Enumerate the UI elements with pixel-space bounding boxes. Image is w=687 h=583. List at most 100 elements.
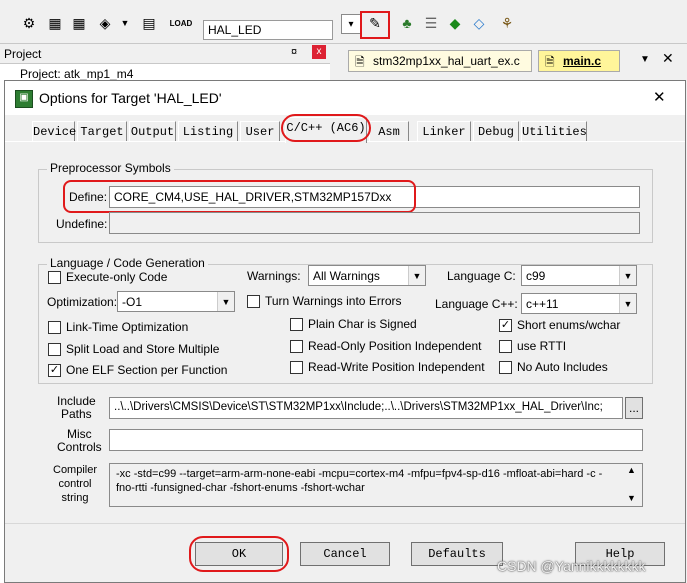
chevron-down-icon[interactable]: ▼: [640, 54, 650, 65]
short-enums-checkbox[interactable]: ✓: [499, 319, 512, 332]
close-icon[interactable]: ✕: [653, 88, 666, 106]
tab-device[interactable]: Device: [32, 121, 76, 141]
tab-asm[interactable]: Asm: [369, 121, 409, 141]
chevron-down-icon[interactable]: ▼: [116, 14, 134, 32]
tab-linker[interactable]: Linker: [417, 121, 471, 141]
highlight-define: [63, 180, 416, 213]
editor-tab-uart[interactable]: 🗎 stm32mp1xx_hal_uart_ex.c: [348, 50, 532, 72]
language-cpp-value: c++11: [526, 297, 559, 311]
short-enums-label: Short enums/wchar: [517, 318, 621, 332]
misc-controls-label: Misc Controls: [57, 427, 102, 454]
browse-button[interactable]: ...: [625, 397, 643, 419]
file-icon: 🗎: [355, 55, 365, 69]
options-for-target-icon[interactable]: ⚙: [20, 14, 38, 32]
execute-only-checkbox[interactable]: [48, 271, 61, 284]
language-c-select[interactable]: c99 ▼: [521, 265, 637, 286]
highlight-wand: [360, 11, 390, 39]
no-auto-includes-checkbox[interactable]: [499, 361, 512, 374]
tab-output[interactable]: Output: [129, 121, 176, 141]
one-elf-label: One ELF Section per Function: [66, 363, 228, 377]
warnings-label: Warnings:: [247, 269, 301, 283]
execute-only-label: Execute-only Code: [66, 270, 168, 284]
preprocessor-group-label: Preprocessor Symbols: [47, 161, 174, 175]
include-paths-label: Include Paths: [57, 394, 96, 421]
ro-pi-checkbox[interactable]: [290, 340, 303, 353]
lto-checkbox[interactable]: [48, 321, 61, 334]
misc-controls-input[interactable]: [109, 429, 643, 451]
target-select[interactable]: HAL_LED: [203, 20, 333, 40]
split-load-checkbox[interactable]: [48, 343, 61, 356]
project-tree-root[interactable]: Project: atk_mp1_m4: [20, 67, 133, 81]
editor-tab-label: stm32mp1xx_hal_uart_ex.c: [373, 54, 520, 68]
ro-pi-label: Read-Only Position Independent: [308, 339, 482, 353]
warnings-select[interactable]: All Warnings ▼: [308, 265, 426, 286]
turn-warnings-checkbox[interactable]: [247, 295, 260, 308]
one-elf-checkbox[interactable]: ✓: [48, 364, 61, 377]
chevron-down-icon: ▼: [619, 294, 636, 313]
lto-label: Link-Time Optimization: [66, 320, 189, 334]
select-packs-icon[interactable]: ◇: [470, 14, 488, 32]
project-pane-title: Project: [4, 47, 42, 61]
optimization-select[interactable]: -O1 ▼: [117, 291, 235, 312]
watermark-text: CSDN @Yannikkkkkkkk: [497, 558, 646, 574]
undefine-input[interactable]: [109, 212, 640, 234]
dialog-titlebar: ▣ Options for Target 'HAL_LED' ✕: [5, 81, 685, 115]
warnings-value: All Warnings: [313, 269, 380, 283]
split-load-label: Split Load and Store Multiple: [66, 342, 220, 356]
pack-installer-icon[interactable]: ◆: [446, 14, 464, 32]
file-extensions-icon[interactable]: ☰: [422, 14, 440, 32]
pin-icon[interactable]: ¤: [291, 46, 297, 58]
tab-utilities[interactable]: Utilities: [521, 121, 587, 141]
editor-tabs: 🗎 stm32mp1xx_hal_uart_ex.c 🗎 main.c ▼ ✕: [330, 44, 687, 74]
language-cpp-select[interactable]: c++11 ▼: [521, 293, 637, 314]
turn-warnings-label: Turn Warnings into Errors: [265, 294, 402, 308]
tab-target[interactable]: Target: [77, 121, 127, 141]
build-icon[interactable]: ▦: [46, 14, 64, 32]
tab-listing[interactable]: Listing: [178, 121, 238, 141]
include-paths-input[interactable]: ..\..\Drivers\CMSIS\Device\ST\STM32MP1xx…: [109, 397, 623, 419]
button-separator: [5, 523, 685, 524]
options-dialog: ▣ Options for Target 'HAL_LED' ✕ Device …: [4, 80, 686, 583]
rw-pi-checkbox[interactable]: [290, 361, 303, 374]
chevron-down-icon: ▼: [408, 266, 425, 285]
project-pane-header: Project ¤ x: [0, 44, 330, 64]
language-group-label: Language / Code Generation: [47, 256, 208, 270]
editor-tab-label: main.c: [563, 54, 602, 68]
stop-build-icon[interactable]: ▤: [140, 14, 158, 32]
tab-debug[interactable]: Debug: [473, 121, 519, 141]
language-cpp-label: Language C++:: [435, 297, 518, 311]
undefine-label: Undefine:: [56, 217, 108, 231]
use-rtti-label: use RTTI: [517, 339, 567, 353]
close-icon[interactable]: ✕: [662, 50, 674, 67]
no-auto-includes-label: No Auto Includes: [517, 360, 608, 374]
language-c-value: c99: [526, 269, 546, 283]
chevron-down-icon[interactable]: ▾: [341, 14, 361, 34]
rw-pi-label: Read-Write Position Independent: [308, 360, 485, 374]
compiler-string-box[interactable]: -xc -std=c99 --target=arm-arm-none-eabi …: [109, 463, 643, 507]
defaults-button[interactable]: Defaults: [411, 542, 503, 566]
rebuild-icon[interactable]: ▦: [70, 14, 88, 32]
load-icon[interactable]: LOAD: [170, 14, 193, 32]
language-c-label: Language C:: [447, 269, 516, 283]
editor-tab-main[interactable]: 🗎 main.c: [538, 50, 620, 72]
chevron-down-icon: ▼: [217, 292, 234, 311]
highlight-tab: [281, 114, 371, 142]
chevron-down-icon: ▼: [619, 266, 636, 285]
scroll-up-icon[interactable]: ▲: [627, 465, 636, 475]
optimization-label: Optimization:: [47, 295, 118, 309]
compiler-string-label: Compiler control string: [53, 464, 98, 504]
close-pane-icon[interactable]: x: [312, 45, 326, 59]
plain-char-checkbox[interactable]: [290, 318, 303, 331]
dialog-title: Options for Target 'HAL_LED': [39, 90, 222, 106]
optimization-value: -O1: [122, 295, 143, 309]
tab-user[interactable]: User: [240, 121, 280, 141]
cancel-button[interactable]: Cancel: [300, 542, 390, 566]
file-icon: 🗎: [545, 55, 555, 69]
main-toolbar: ⚙ ▦ ▦ ◈ ▼ ▤ LOAD HAL_LED ▾ ✎ ♣ ☰ ◆ ◇ ⚘: [0, 0, 687, 44]
scroll-down-icon[interactable]: ▼: [627, 493, 636, 503]
use-rtti-checkbox[interactable]: [499, 340, 512, 353]
highlight-ok: [189, 536, 289, 572]
manage-components-icon[interactable]: ♣: [398, 14, 416, 32]
run-time-env-icon[interactable]: ⚘: [498, 14, 516, 32]
batch-build-icon[interactable]: ◈: [96, 14, 114, 32]
